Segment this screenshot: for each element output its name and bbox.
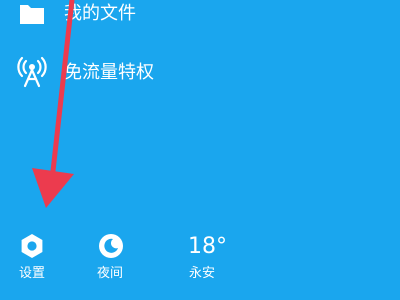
weather-widget[interactable]: 18° 永安: [188, 232, 248, 292]
moon-icon: [97, 232, 125, 260]
settings-hexagon-icon: [18, 232, 46, 260]
night-mode-button[interactable]: 夜间: [97, 232, 157, 292]
menu-item-free-traffic[interactable]: 免流量特权: [0, 56, 400, 96]
broadcast-tower-icon: [17, 56, 47, 88]
menu-item-label: 我的文件: [64, 3, 136, 24]
temperature-text: 18°: [188, 234, 227, 259]
location-label: 永安: [189, 266, 216, 281]
menu-item-label: 免流量特权: [64, 62, 154, 83]
settings-label: 设置: [19, 266, 46, 281]
settings-button[interactable]: 设置: [18, 232, 78, 292]
night-mode-label: 夜间: [97, 266, 124, 281]
menu-item-my-files[interactable]: 我的文件: [0, 0, 400, 40]
folder-icon: [17, 0, 47, 30]
